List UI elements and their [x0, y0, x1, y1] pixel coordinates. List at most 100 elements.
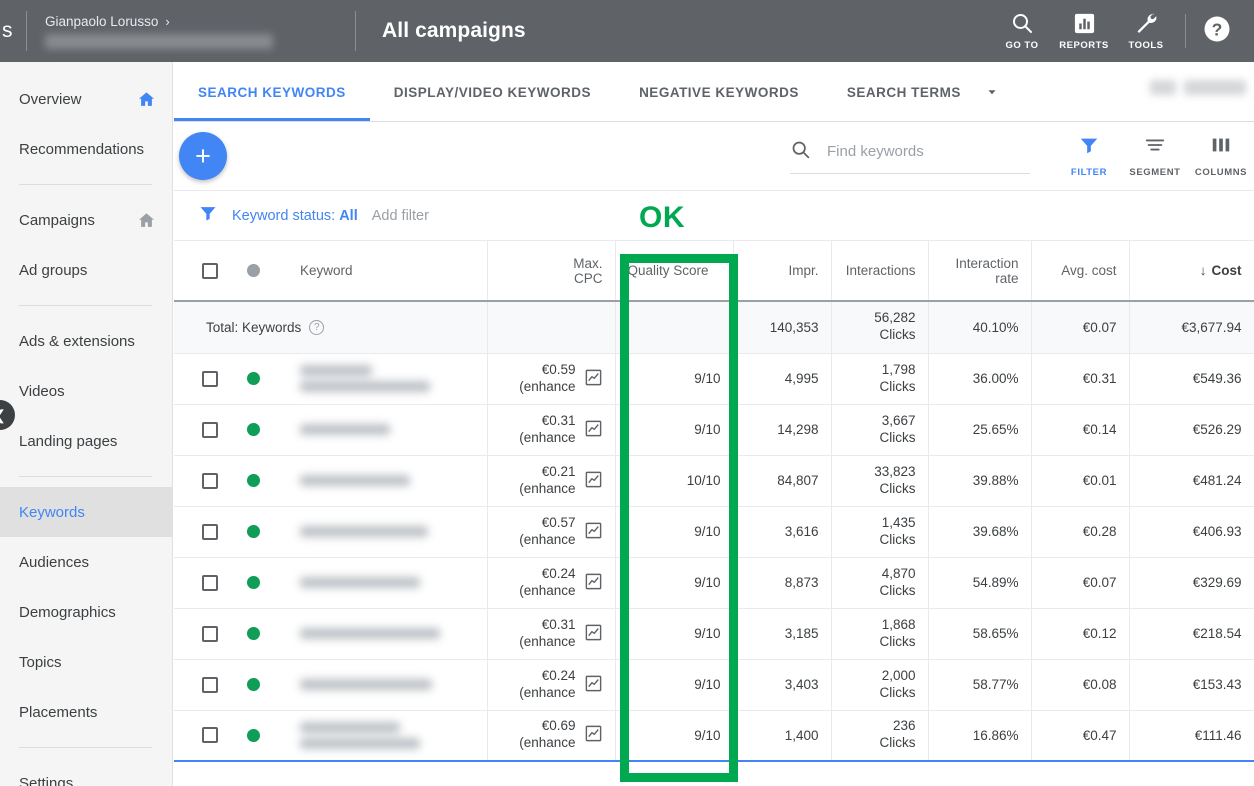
- select-all-checkbox[interactable]: [202, 262, 218, 279]
- reports-button[interactable]: REPORTS: [1053, 12, 1115, 51]
- filter-button[interactable]: FILTER: [1056, 134, 1122, 178]
- table-header-row: Keyword Max. CPC Quality Score Impr. Inte…: [174, 241, 1254, 302]
- table-row[interactable]: €0.24 (enhance 9/10 3,403 2,000 Clicks 5…: [174, 659, 1254, 711]
- bid-simulator-icon[interactable]: [584, 572, 603, 594]
- row-max-cpc-cell[interactable]: €0.57 (enhance: [487, 506, 616, 558]
- col-impr[interactable]: Impr.: [733, 241, 832, 302]
- row-max-cpc-cell[interactable]: €0.24 (enhance: [487, 659, 616, 711]
- row-checkbox[interactable]: [202, 625, 218, 642]
- table-row[interactable]: €0.59 (enhance 9/10 4,995 1,798 Clicks 3…: [174, 353, 1254, 405]
- col-interactions[interactable]: Interactions: [831, 241, 929, 302]
- table-row[interactable]: €0.24 (enhance 9/10 8,873 4,870 Clicks 5…: [174, 557, 1254, 609]
- segment-button[interactable]: SEGMENT: [1122, 134, 1188, 178]
- row-keyword-cell[interactable]: [174, 557, 488, 609]
- tab-search-keywords[interactable]: SEARCH KEYWORDS: [174, 63, 370, 121]
- keyword-status-filter-chip[interactable]: Keyword status: All: [232, 208, 358, 224]
- row-max-cpc-cell[interactable]: €0.59 (enhance: [487, 353, 616, 405]
- table-row[interactable]: €0.31 (enhance 9/10 14,298 3,667 Clicks: [174, 404, 1254, 456]
- topbar-divider-3: [1185, 14, 1186, 48]
- col-max-cpc[interactable]: Max. CPC: [487, 241, 616, 302]
- row-max-cpc-cell[interactable]: €0.69 (enhance: [487, 710, 616, 762]
- row-interactions-unit: Clicks: [879, 378, 916, 394]
- row-keyword-cell[interactable]: [174, 353, 488, 405]
- bid-simulator-icon[interactable]: [584, 419, 603, 441]
- row-keyword-cell[interactable]: [174, 659, 488, 711]
- search-keywords-box[interactable]: [790, 139, 1030, 174]
- keyword-text-redacted: [300, 628, 440, 639]
- nav-item-audiences[interactable]: Audiences: [0, 537, 172, 587]
- chevron-left-icon: ❮: [0, 407, 6, 424]
- nav-item-demographics[interactable]: Demographics: [0, 587, 172, 637]
- row-cost: €153.43: [1129, 659, 1254, 711]
- row-interactions: 236 Clicks: [831, 710, 929, 762]
- row-avg-cost: €0.12: [1031, 608, 1130, 660]
- table-row[interactable]: €0.57 (enhance 9/10 3,616 1,435 Clicks 3…: [174, 506, 1254, 558]
- top-app-bar: s Gianpaolo Lorusso › All campaigns GO T…: [0, 0, 1254, 62]
- col-avg-cost[interactable]: Avg. cost: [1031, 241, 1130, 302]
- table-row[interactable]: €0.69 (enhance 9/10 1,400 236 Clicks 16.…: [174, 710, 1254, 762]
- col-keyword[interactable]: Keyword: [174, 241, 488, 302]
- row-checkbox[interactable]: [202, 574, 218, 591]
- add-keyword-button[interactable]: +: [179, 132, 227, 180]
- row-keyword-cell[interactable]: [174, 404, 488, 456]
- home-icon-blue[interactable]: [137, 90, 156, 109]
- nav-item-videos[interactable]: Videos: [0, 366, 172, 416]
- row-max-cpc-cell[interactable]: €0.21 (enhance: [487, 455, 616, 507]
- filter-icon[interactable]: [198, 203, 218, 228]
- bid-simulator-icon[interactable]: [584, 674, 603, 696]
- nav-item-placements[interactable]: Placements: [0, 687, 172, 737]
- nav-item-recommendations[interactable]: Recommendations: [0, 124, 172, 174]
- row-checkbox[interactable]: [202, 523, 218, 540]
- row-keyword-cell[interactable]: [174, 710, 488, 762]
- nav-item-topics[interactable]: Topics: [0, 637, 172, 687]
- bid-simulator-icon[interactable]: [584, 724, 603, 746]
- bid-simulator-icon[interactable]: [584, 623, 603, 645]
- nav-item-overview[interactable]: Overview: [0, 74, 172, 124]
- row-keyword-cell[interactable]: [174, 608, 488, 660]
- row-avg-cost: €0.01: [1031, 455, 1130, 507]
- bid-simulator-icon[interactable]: [584, 521, 603, 543]
- account-selector[interactable]: Gianpaolo Lorusso ›: [45, 14, 355, 49]
- col-cost[interactable]: ↓ Cost: [1129, 241, 1254, 302]
- row-checkbox[interactable]: [202, 727, 218, 744]
- home-icon-grey[interactable]: [137, 211, 156, 230]
- table-row[interactable]: €0.21 (enhance 10/10 84,807 33,823 Click…: [174, 455, 1254, 507]
- active-filters-bar: Keyword status: All Add filter: [174, 191, 1254, 241]
- row-keyword-cell[interactable]: [174, 506, 488, 558]
- row-checkbox[interactable]: [202, 472, 218, 489]
- help-button[interactable]: ?: [1202, 14, 1232, 49]
- tab-negative-keywords[interactable]: NEGATIVE KEYWORDS: [615, 63, 823, 121]
- row-max-cpc-cell[interactable]: €0.24 (enhance: [487, 557, 616, 609]
- tabs-overflow-button[interactable]: [985, 63, 1007, 121]
- row-max-cpc-cell[interactable]: €0.31 (enhance: [487, 608, 616, 660]
- bid-simulator-icon[interactable]: [584, 368, 603, 390]
- add-filter-button[interactable]: Add filter: [372, 208, 429, 224]
- row-keyword-cell[interactable]: [174, 455, 488, 507]
- tab-display-video-keywords[interactable]: DISPLAY/VIDEO KEYWORDS: [370, 63, 615, 121]
- nav-item-keywords[interactable]: Keywords: [0, 487, 172, 537]
- table-row[interactable]: €0.31 (enhance 9/10 3,185 1,868 Clicks 5…: [174, 608, 1254, 660]
- col-interaction-rate[interactable]: Interaction rate: [928, 241, 1032, 302]
- nav-item-landing-pages[interactable]: Landing pages: [0, 416, 172, 466]
- row-checkbox[interactable]: [202, 676, 218, 693]
- tab-search-terms[interactable]: SEARCH TERMS: [823, 63, 985, 121]
- nav-item-ads-extensions[interactable]: Ads & extensions: [0, 316, 172, 366]
- row-max-cpc-cell[interactable]: €0.31 (enhance: [487, 404, 616, 456]
- nav-item-campaigns[interactable]: Campaigns: [0, 195, 172, 245]
- col-quality-score[interactable]: Quality Score: [615, 241, 734, 302]
- tools-button[interactable]: TOOLS: [1115, 11, 1177, 51]
- row-checkbox[interactable]: [202, 421, 218, 438]
- row-checkbox[interactable]: [202, 370, 218, 387]
- nav-item-ad-groups[interactable]: Ad groups: [0, 245, 172, 295]
- help-icon[interactable]: ?: [309, 319, 325, 335]
- account-name-row[interactable]: Gianpaolo Lorusso ›: [45, 14, 355, 29]
- row-impr: 8,873: [733, 557, 832, 609]
- goto-button[interactable]: GO TO: [991, 11, 1053, 51]
- row-impr: 4,995: [733, 353, 832, 405]
- search-input[interactable]: [827, 143, 1030, 160]
- nav-item-settings[interactable]: Settings: [0, 758, 172, 786]
- table-row[interactable]: [174, 760, 1254, 786]
- columns-button[interactable]: COLUMNS: [1188, 134, 1254, 178]
- bid-simulator-icon[interactable]: [584, 470, 603, 492]
- nav-label-ad-groups: Ad groups: [19, 261, 88, 279]
